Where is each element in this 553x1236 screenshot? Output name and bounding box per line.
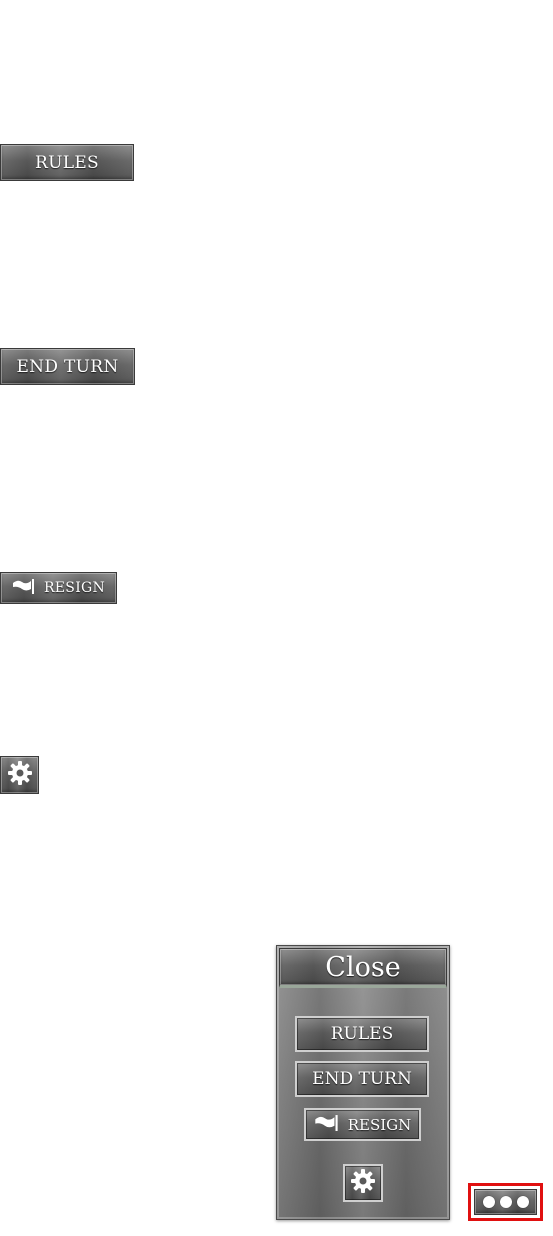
menu-settings-button[interactable] — [343, 1164, 383, 1202]
gear-icon — [7, 760, 33, 791]
flag-icon — [12, 578, 36, 598]
game-menu-panel: Close RULES END TURN RESIGN — [276, 945, 450, 1220]
menu-end-turn-button[interactable]: END TURN — [295, 1061, 429, 1097]
ellipsis-icon — [499, 1196, 512, 1208]
menu-resign-button[interactable]: RESIGN — [304, 1108, 421, 1141]
more-button-highlight — [468, 1183, 543, 1221]
menu-resign-label: RESIGN — [347, 1115, 412, 1134]
menu-rules-button[interactable]: RULES — [295, 1016, 429, 1052]
menu-end-turn-label: END TURN — [312, 1069, 412, 1089]
end-turn-button[interactable]: END TURN — [0, 348, 135, 385]
close-button[interactable]: Close — [279, 948, 447, 988]
menu-rules-label: RULES — [330, 1024, 394, 1044]
resign-button[interactable]: RESIGN — [0, 572, 117, 604]
ellipsis-icon — [516, 1196, 529, 1208]
gear-icon — [350, 1168, 376, 1199]
ellipsis-icon — [482, 1196, 495, 1208]
rules-button[interactable]: RULES — [0, 144, 134, 181]
settings-button[interactable] — [0, 756, 39, 794]
flag-icon — [314, 1114, 340, 1135]
more-button[interactable] — [474, 1189, 537, 1215]
rules-button-label: RULES — [35, 152, 99, 173]
close-button-label: Close — [325, 951, 401, 983]
resign-button-label: RESIGN — [43, 580, 106, 596]
end-turn-button-label: END TURN — [16, 356, 119, 377]
